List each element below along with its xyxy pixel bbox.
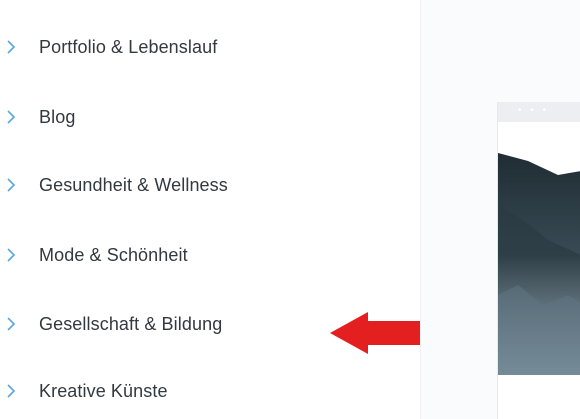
- browser-title-bar: • • •: [498, 102, 580, 122]
- category-item-portfolio[interactable]: Portfolio & Lebenslauf: [0, 25, 320, 69]
- category-item-health-wellness[interactable]: Gesundheit & Wellness: [0, 163, 320, 207]
- category-label: Mode & Schönheit: [39, 244, 188, 265]
- category-label: Kreative Künste: [39, 380, 168, 401]
- category-sidebar: Portfolio & Lebenslauf Blog Gesundheit &…: [0, 0, 442, 419]
- category-item-fashion-beauty[interactable]: Mode & Schönheit: [0, 233, 320, 277]
- chevron-right-icon: [7, 40, 16, 54]
- category-item-creative-arts[interactable]: Kreative Künste: [0, 369, 320, 413]
- chevron-right-icon: [7, 384, 16, 398]
- chevron-right-icon: [7, 110, 16, 124]
- chevron-right-icon: [7, 317, 16, 331]
- category-item-blog[interactable]: Blog: [0, 95, 320, 139]
- chevron-right-icon: [7, 248, 16, 262]
- category-label: Gesundheit & Wellness: [39, 174, 228, 195]
- chevron-right-icon: [7, 178, 16, 192]
- category-label: Portfolio & Lebenslauf: [39, 36, 218, 57]
- mountain-image: [498, 145, 580, 375]
- preview-hero-image: [498, 145, 580, 375]
- template-preview-window[interactable]: • • •: [497, 102, 580, 419]
- category-item-society-education[interactable]: Gesellschaft & Bildung: [0, 302, 320, 346]
- ellipsis-icon: • • •: [518, 105, 550, 116]
- category-label: Blog: [39, 106, 76, 127]
- category-label: Gesellschaft & Bildung: [39, 313, 223, 334]
